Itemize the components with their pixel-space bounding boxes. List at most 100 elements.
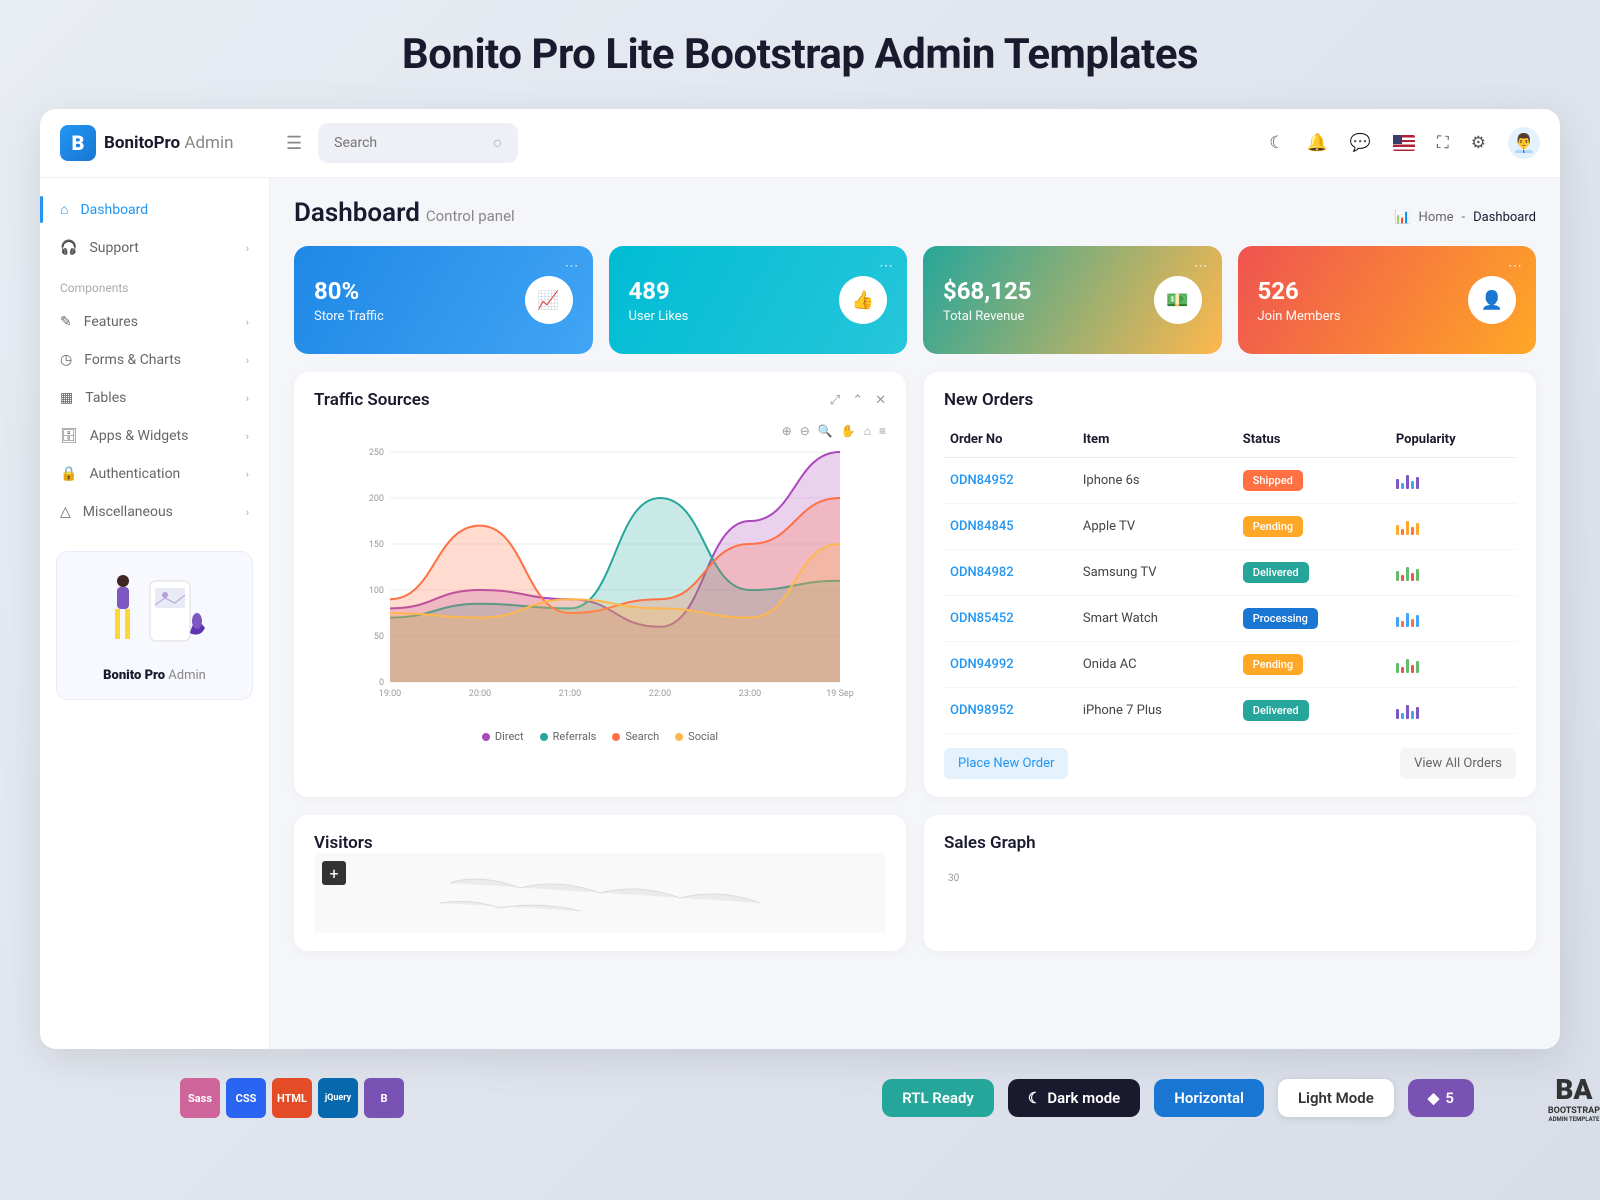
logo-icon: B [60,125,96,161]
stat-label: User Likes [629,309,689,324]
avatar[interactable]: 👨‍💼 [1508,127,1540,159]
sidebar-item-forms-charts[interactable]: ◷Forms & Charts› [40,341,269,379]
sparkline [1396,565,1510,581]
sparkline [1396,703,1510,719]
visitors-map[interactable]: + [314,853,886,933]
horizontal-badge[interactable]: Horizontal [1154,1079,1264,1117]
breadcrumb-home[interactable]: Home [1419,210,1454,225]
table-row[interactable]: ODN84845Apple TVPending [944,504,1516,550]
order-link[interactable]: ODN84952 [950,473,1014,488]
close-icon[interactable]: ✕ [875,393,886,408]
item-name: Iphone 6s [1077,458,1237,504]
y-tick: 30 [948,873,959,884]
promo-illustration [73,568,236,658]
search-input[interactable] [334,135,480,151]
pan-icon[interactable]: ✋ [841,424,856,438]
chat-icon[interactable]: 💬 [1350,133,1371,153]
light-mode-badge[interactable]: Light Mode [1278,1079,1394,1117]
view-orders-button[interactable]: View All Orders [1400,748,1516,779]
svg-text:200: 200 [369,494,384,504]
sidebar-item-features[interactable]: ✎Features› [40,303,269,341]
place-order-button[interactable]: Place New Order [944,748,1068,779]
logo[interactable]: B BonitoPro Admin [60,125,270,161]
legend-label: Social [688,730,718,743]
settings-icon[interactable]: ⚙ [1471,133,1486,153]
traffic-sources-panel: Traffic Sources ⤢ ⌃ ✕ ⊕ ⊖ 🔍 ✋ ⌂ ≡ [294,372,906,797]
stat-card[interactable]: ⋯526Join Members👤 [1238,246,1537,354]
more-icon[interactable]: ⋯ [879,258,893,274]
search-box[interactable]: ○ [318,123,518,163]
stat-cards: ⋯80%Store Traffic📈⋯489User Likes👍⋯$68,12… [294,246,1536,354]
legend-item[interactable]: Referrals [540,730,597,743]
moon-icon[interactable]: ☾ [1269,133,1284,153]
sidebar-item-tables[interactable]: ▦Tables› [40,379,269,417]
page-header: DashboardControl panel 📊 Home - Dashboar… [294,198,1536,228]
order-link[interactable]: ODN85452 [950,611,1014,626]
stat-card[interactable]: ⋯80%Store Traffic📈 [294,246,593,354]
sidebar-item-authentication[interactable]: 🔒Authentication› [40,455,269,493]
item-name: Apple TV [1077,504,1237,550]
order-link[interactable]: ODN98952 [950,703,1014,718]
collapse-icon[interactable]: ⌃ [852,393,863,408]
panel-title: Sales Graph [944,833,1516,853]
home-icon[interactable]: ⌂ [864,424,871,438]
search-icon[interactable]: ○ [492,133,502,153]
sidebar-section-label: Components [40,267,269,303]
nav-label: Forms & Charts [84,352,181,368]
rtl-badge[interactable]: RTL Ready [882,1079,994,1117]
more-icon[interactable]: ⋯ [1508,258,1522,274]
table-row[interactable]: ODN85452 Smart Watch Processing [944,596,1516,642]
stat-icon: 📈 [525,276,573,324]
table-row[interactable]: ODN84982Samsung TVDelivered [944,550,1516,596]
menu-icon[interactable]: ≡ [879,424,886,438]
fullscreen-icon[interactable]: ⛶ [1437,133,1449,153]
database-icon: 🗄 [60,428,78,444]
sidebar-item-apps-widgets[interactable]: 🗄Apps & Widgets› [40,417,269,455]
bell-icon[interactable]: 🔔 [1307,133,1328,153]
table-row[interactable]: ODN94992Onida ACPending [944,642,1516,688]
nav-label: Apps & Widgets [90,428,189,444]
css3-icon: CSS [226,1078,266,1118]
table-row[interactable]: ODN98952iPhone 7 PlusDelivered [944,688,1516,734]
svg-text:19:00: 19:00 [379,689,401,699]
traffic-chart: 05010015020025019:0020:0021:0022:0023:00… [314,442,886,722]
table-row[interactable]: ODN84952Iphone 6sShipped [944,458,1516,504]
sidebar-item-support[interactable]: 🎧Support› [40,229,269,267]
zoom-in-icon[interactable]: ⊕ [782,424,792,438]
jquery-icon: jQuery [318,1078,358,1118]
sparkline [1396,657,1510,673]
zoom-out-icon[interactable]: ⊖ [800,424,810,438]
stat-icon: 💵 [1154,276,1202,324]
stat-card[interactable]: ⋯$68,125Total Revenue💵 [923,246,1222,354]
bootstrap-version-badge[interactable]: ◆ 5 [1408,1079,1474,1117]
svg-text:100: 100 [369,586,384,596]
more-icon[interactable]: ⋯ [565,258,579,274]
order-link[interactable]: ODN84845 [950,519,1014,534]
order-link[interactable]: ODN84982 [950,565,1014,580]
sidebar-item-dashboard[interactable]: ⌂Dashboard [40,190,269,229]
magnify-icon[interactable]: 🔍 [818,424,833,438]
legend-item[interactable]: Direct [482,730,524,743]
stat-label: Join Members [1258,309,1341,324]
item-name: Smart Watch [1077,596,1237,642]
item-name: Samsung TV [1077,550,1237,596]
promo-card[interactable]: Bonito Pro Admin [56,551,253,700]
stat-card[interactable]: ⋯489User Likes👍 [609,246,908,354]
expand-icon[interactable]: ⤢ [830,393,840,408]
status-badge: Processing [1243,608,1318,629]
legend-label: Referrals [553,730,597,743]
menu-toggle-icon[interactable]: ☰ [286,133,302,154]
flag-icon[interactable] [1393,135,1415,151]
order-link[interactable]: ODN94992 [950,657,1014,672]
legend-dot [675,733,683,741]
column-header: Status [1237,422,1390,458]
more-icon[interactable]: ⋯ [1194,258,1208,274]
dark-mode-badge[interactable]: ☾Dark mode [1008,1079,1140,1117]
bootstrap-brand-logo: BA BOOTSTRAP ADMIN TEMPLATE [1548,1073,1600,1123]
legend-item[interactable]: Search [612,730,659,743]
legend-label: Search [625,730,659,743]
chevron-right-icon: › [246,316,249,329]
sidebar-item-miscellaneous[interactable]: △Miscellaneous› [40,493,269,531]
legend-item[interactable]: Social [675,730,718,743]
column-header: Order No [944,422,1077,458]
